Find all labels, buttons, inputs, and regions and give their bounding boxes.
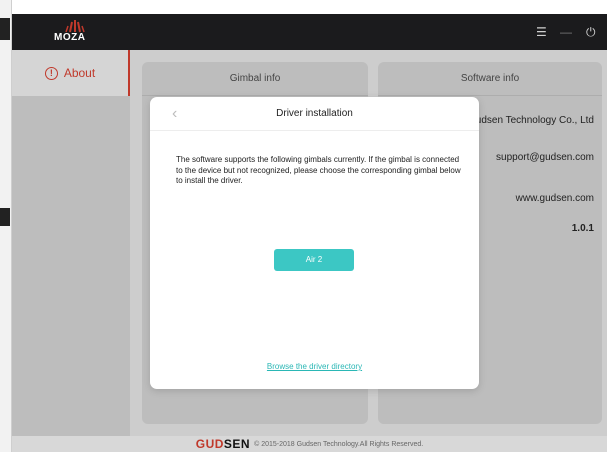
menu-icon[interactable]: ☰ (536, 23, 547, 41)
info-circle-icon: ! (44, 66, 58, 80)
support-email[interactable]: support@gudsen.com (496, 152, 594, 163)
title-bar: MOZA ☰ — ⏻ (12, 14, 607, 50)
moza-logo: MOZA (50, 18, 100, 46)
version: 1.0.1 (571, 223, 594, 234)
website[interactable]: www.gudsen.com (516, 193, 594, 204)
logo-text: MOZA (54, 32, 86, 43)
background-bar (0, 18, 10, 40)
power-icon[interactable]: ⏻ (586, 23, 596, 41)
driver-installation-dialog: Driver installation ‹ The software suppo… (150, 97, 479, 389)
dialog-title: Driver installation (150, 97, 479, 131)
background-bar (0, 208, 10, 226)
dialog-description: The software supports the following gimb… (176, 155, 461, 185)
background-window-strip (0, 0, 12, 452)
company-name: udsen Technology Co., Ltd (475, 115, 594, 126)
gimbal-air2-button[interactable]: Air 2 (274, 249, 354, 271)
software-info-title: Software info (378, 62, 602, 96)
footer: GUDSEN © 2015-2018 Gudsen Technology.All… (12, 436, 607, 452)
back-chevron-icon[interactable]: ‹ (172, 105, 177, 123)
gudsen-logo: GUDSEN (195, 437, 251, 451)
copyright-text: © 2015-2018 Gudsen Technology.All Rights… (254, 440, 424, 448)
background-top (12, 0, 607, 14)
gimbal-info-title: Gimbal info (142, 62, 368, 96)
minimize-icon[interactable]: — (560, 23, 572, 41)
sidebar: ! About (12, 50, 130, 436)
browse-driver-directory-link[interactable]: Browse the driver directory (150, 362, 479, 371)
sidebar-item-about[interactable]: ! About (12, 50, 130, 96)
sidebar-item-label: About (63, 66, 96, 80)
